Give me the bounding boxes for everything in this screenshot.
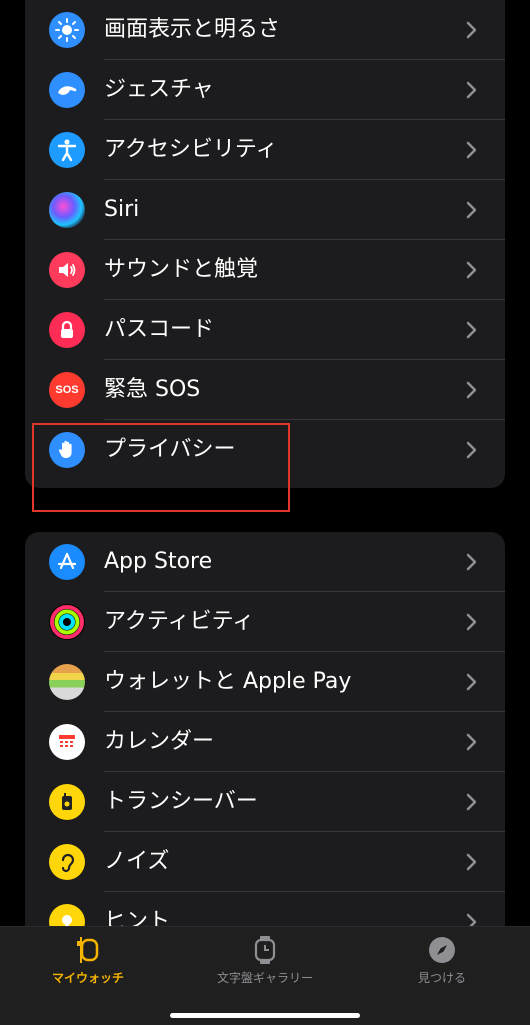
watch-face-icon bbox=[254, 936, 276, 964]
speaker-icon bbox=[49, 252, 85, 288]
row-label: カレンダー bbox=[104, 729, 215, 754]
row-noise[interactable]: ノイズ bbox=[25, 832, 505, 892]
chevron-right-icon bbox=[466, 553, 477, 571]
home-indicator bbox=[170, 1013, 360, 1018]
chevron-right-icon bbox=[466, 441, 477, 459]
tab-label: マイウォッチ bbox=[51, 971, 124, 985]
brightness-icon bbox=[49, 12, 85, 48]
chevron-right-icon bbox=[466, 321, 477, 339]
chevron-right-icon bbox=[466, 201, 477, 219]
activity-rings-icon bbox=[49, 604, 85, 640]
row-label: アクセシビリティ bbox=[104, 137, 278, 162]
app-store-icon bbox=[49, 544, 85, 580]
sos-badge-text: SOS bbox=[55, 384, 79, 396]
chevron-right-icon bbox=[466, 793, 477, 811]
sos-icon: SOS bbox=[49, 372, 85, 408]
row-walkie-talkie[interactable]: トランシーバー bbox=[25, 772, 505, 832]
chevron-right-icon bbox=[466, 261, 477, 279]
chevron-right-icon bbox=[466, 853, 477, 871]
row-wallet-apple-pay[interactable]: ウォレットと Apple Pay bbox=[25, 652, 505, 712]
calendar-icon bbox=[49, 724, 85, 760]
row-label: パスコード bbox=[104, 317, 215, 342]
lock-icon bbox=[49, 312, 85, 348]
chevron-right-icon bbox=[466, 81, 477, 99]
walkie-talkie-icon bbox=[49, 784, 85, 820]
tab-discover[interactable]: 見つける bbox=[354, 927, 530, 1007]
chevron-right-icon bbox=[466, 613, 477, 631]
row-sounds-haptics[interactable]: サウンドと触覚 bbox=[25, 240, 505, 300]
row-label: サウンドと触覚 bbox=[104, 257, 259, 282]
highlight-box bbox=[32, 423, 290, 512]
chevron-right-icon bbox=[466, 21, 477, 39]
row-label: Siri bbox=[104, 197, 140, 222]
row-label: ノイズ bbox=[104, 849, 170, 874]
row-label: App Store bbox=[104, 549, 213, 574]
tab-label: 見つける bbox=[417, 971, 466, 985]
gesture-hand-icon bbox=[49, 72, 85, 108]
row-calendar[interactable]: カレンダー bbox=[25, 712, 505, 772]
row-accessibility[interactable]: アクセシビリティ bbox=[25, 120, 505, 180]
row-label: アクティビティ bbox=[104, 609, 255, 634]
row-display-brightness[interactable]: 画面表示と明るさ bbox=[25, 0, 505, 60]
compass-icon bbox=[429, 937, 455, 963]
chevron-right-icon bbox=[466, 673, 477, 691]
settings-group-apps: App Store アクティビティ ウォレットと Apple Pay カレンダー… bbox=[25, 532, 505, 952]
chevron-right-icon bbox=[466, 141, 477, 159]
tab-face-gallery[interactable]: 文字盤ギャラリー bbox=[177, 927, 353, 1007]
wallet-icon bbox=[49, 664, 85, 700]
ear-icon bbox=[49, 844, 85, 880]
row-app-store[interactable]: App Store bbox=[25, 532, 505, 592]
row-label: ジェスチャ bbox=[104, 77, 214, 102]
row-label: トランシーバー bbox=[104, 789, 258, 814]
tab-label: 文字盤ギャラリー bbox=[216, 971, 313, 985]
settings-group-general: 画面表示と明るさ ジェスチャ アクセシビリティ Siri サウンドと触覚 パスコ… bbox=[25, 0, 505, 488]
chevron-right-icon bbox=[466, 733, 477, 751]
tab-my-watch[interactable]: マイウォッチ bbox=[0, 927, 176, 1007]
row-passcode[interactable]: パスコード bbox=[25, 300, 505, 360]
row-label: ウォレットと Apple Pay bbox=[104, 669, 352, 694]
tab-bar: マイウォッチ 文字盤ギャラリー 見つける bbox=[0, 926, 530, 1025]
siri-icon bbox=[49, 192, 85, 228]
chevron-right-icon bbox=[466, 381, 477, 399]
row-activity[interactable]: アクティビティ bbox=[25, 592, 505, 652]
row-label: 緊急 SOS bbox=[104, 377, 201, 402]
watch-icon bbox=[77, 937, 99, 963]
row-label: 画面表示と明るさ bbox=[104, 17, 281, 42]
row-emergency-sos[interactable]: SOS 緊急 SOS bbox=[25, 360, 505, 420]
accessibility-icon bbox=[49, 132, 85, 168]
row-gestures[interactable]: ジェスチャ bbox=[25, 60, 505, 120]
row-siri[interactable]: Siri bbox=[25, 180, 505, 240]
